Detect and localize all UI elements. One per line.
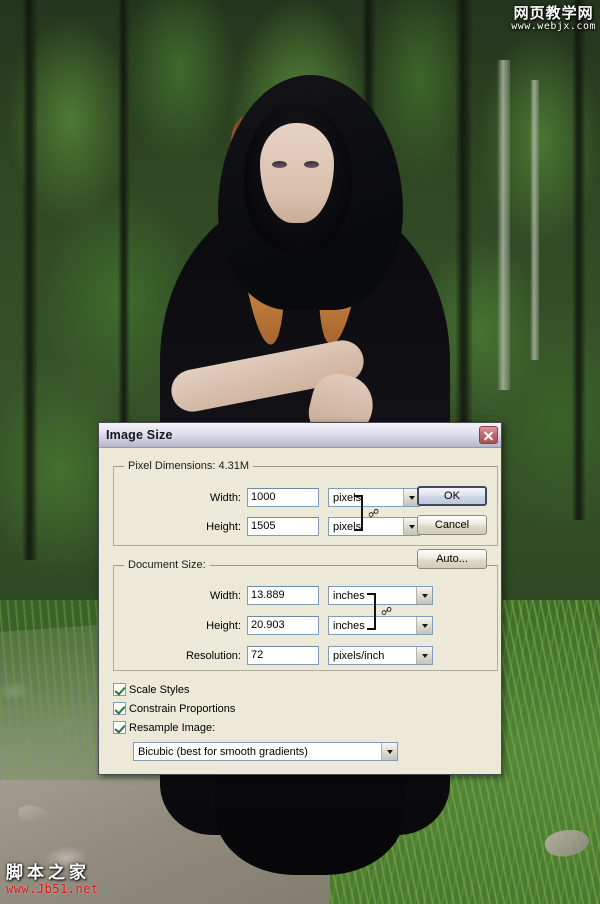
- resample-image-checkbox[interactable]: [113, 721, 126, 734]
- pixel-constrain-bracket: [354, 495, 363, 531]
- pixel-width-row: Width: 1000 pixels: [123, 488, 420, 507]
- constrain-proportions-checkbox[interactable]: [113, 702, 126, 715]
- pixel-height-label: Height:: [206, 520, 241, 533]
- resolution-label: Resolution:: [185, 649, 241, 662]
- image-size-dialog: Image Size Pixel Dimensions: 4.31M Width…: [98, 422, 502, 775]
- chain-link-icon: ☍: [381, 605, 393, 618]
- doc-height-unit-select[interactable]: inches: [328, 616, 433, 635]
- constrain-proportions-option[interactable]: Constrain Proportions: [113, 702, 235, 715]
- constrain-proportions-label: Constrain Proportions: [129, 702, 236, 715]
- watermark-bottom-left: 脚本之家 www.Jb51.net: [6, 863, 99, 896]
- watermark-site-name: 网页教学网: [513, 5, 594, 22]
- watermark-url: www.webjx.com: [511, 20, 596, 32]
- document-size-legend: Document Size:: [124, 559, 210, 571]
- chevron-down-icon[interactable]: [381, 743, 397, 760]
- eye: [272, 161, 287, 168]
- pixel-width-input[interactable]: 1000: [247, 488, 319, 507]
- tree-trunk: [572, 0, 586, 520]
- resample-method-select[interactable]: Bicubic (best for smooth gradients): [133, 742, 398, 761]
- pixel-dimensions-legend: Pixel Dimensions: 4.31M: [124, 460, 254, 472]
- resolution-input[interactable]: 72: [247, 646, 319, 665]
- resolution-unit-select[interactable]: pixels/inch: [328, 646, 433, 665]
- doc-width-unit-select[interactable]: inches: [328, 586, 433, 605]
- birch-trunk: [530, 80, 539, 360]
- scale-styles-option[interactable]: Scale Styles: [113, 683, 190, 696]
- cancel-button[interactable]: Cancel: [417, 515, 487, 535]
- chain-link-icon: ☍: [368, 507, 380, 520]
- resample-image-label: Resample Image:: [129, 721, 216, 734]
- scale-styles-label: Scale Styles: [129, 683, 190, 696]
- doc-height-row: Height: 20.903 inches: [123, 616, 433, 635]
- chevron-down-icon[interactable]: [416, 587, 432, 604]
- birch-trunk: [497, 60, 510, 390]
- doc-height-label: Height:: [206, 619, 241, 632]
- auto-button[interactable]: Auto...: [417, 549, 487, 569]
- tree-trunk: [118, 0, 130, 470]
- ok-button[interactable]: OK: [417, 486, 487, 506]
- chevron-down-icon[interactable]: [416, 617, 432, 634]
- pixel-height-input[interactable]: 1505: [247, 517, 319, 536]
- resample-method-value: Bicubic (best for smooth gradients): [138, 745, 308, 758]
- pixel-height-unit-value: pixels: [333, 520, 362, 533]
- tree-trunk: [22, 0, 38, 560]
- dialog-title: Image Size: [106, 428, 173, 442]
- doc-width-row: Width: 13.889 inches: [123, 586, 433, 605]
- resolution-row: Resolution: 72 pixels/inch: [123, 646, 433, 665]
- pixel-width-unit-select[interactable]: pixels: [328, 488, 420, 507]
- doc-height-input[interactable]: 20.903: [247, 616, 319, 635]
- chevron-down-icon[interactable]: [416, 647, 432, 664]
- document-constrain-bracket: [367, 593, 376, 630]
- pixel-width-label: Width:: [209, 491, 241, 504]
- watermark-top-right: 网页教学网 www.webjx.com: [511, 6, 596, 32]
- doc-width-label: Width:: [209, 589, 241, 602]
- scale-styles-checkbox[interactable]: [113, 683, 126, 696]
- eye: [304, 161, 319, 168]
- dialog-titlebar[interactable]: Image Size: [99, 423, 501, 448]
- close-icon[interactable]: [479, 426, 498, 444]
- cancel-button-label: Cancel: [434, 519, 470, 531]
- auto-button-label: Auto...: [436, 553, 468, 565]
- resolution-unit-value: pixels/inch: [333, 649, 385, 662]
- resample-image-option[interactable]: Resample Image:: [113, 721, 215, 734]
- face: [260, 123, 334, 223]
- watermark-site-name: 脚本之家: [6, 863, 90, 883]
- dialog-body: Pixel Dimensions: 4.31M Width: 1000 pixe…: [99, 448, 501, 774]
- pixel-width-unit-value: pixels: [333, 491, 362, 504]
- watermark-url: www.Jb51.net: [6, 881, 99, 896]
- doc-width-input[interactable]: 13.889: [247, 586, 319, 605]
- ok-button-label: OK: [444, 490, 460, 502]
